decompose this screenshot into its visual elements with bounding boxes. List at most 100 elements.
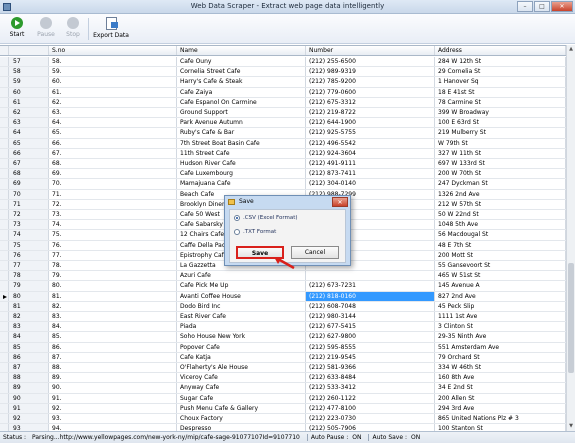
csv-format-option[interactable]: .CSV (Excel Format) — [234, 215, 298, 221]
cell-name[interactable]: Cafe Ouny — [177, 57, 306, 67]
cell-sno[interactable]: 78. — [49, 261, 177, 271]
column-header-name[interactable]: Name — [177, 46, 306, 55]
table-row[interactable]: 57 58. Cafe Ouny (212) 255-6500 284 W 12th S… — [0, 57, 566, 68]
cell-sno[interactable]: 79. — [49, 271, 177, 281]
start-button[interactable]: Start — [2, 16, 32, 42]
row-number[interactable]: 87 — [9, 363, 49, 373]
cell-sno[interactable]: 72. — [49, 199, 177, 209]
cell-address[interactable]: 45 Peck Slip — [435, 301, 566, 311]
row-number[interactable]: 70 — [9, 189, 49, 199]
cell-number[interactable]: (212) 633-8484 — [306, 373, 435, 383]
table-row[interactable]: 62 63. Ground Support (212) 219-8722 399 W B… — [0, 108, 566, 119]
cancel-button[interactable]: Cancel — [291, 246, 339, 259]
row-number[interactable]: 62 — [9, 108, 49, 118]
row-number[interactable]: 82 — [9, 312, 49, 322]
cell-sno[interactable]: 70. — [49, 179, 177, 189]
cell-sno[interactable]: 83. — [49, 312, 177, 322]
cell-sno[interactable]: 64. — [49, 118, 177, 128]
row-number[interactable]: 57 — [9, 57, 49, 67]
cell-number[interactable]: (212) 608-7048 — [306, 301, 435, 311]
cell-address[interactable]: 1111 1st Ave — [435, 312, 566, 322]
cell-name[interactable]: Popover Cafe — [177, 342, 306, 352]
cell-number[interactable]: (212) 491-9111 — [306, 159, 435, 169]
cell-number[interactable]: (212) 677-5415 — [306, 322, 435, 332]
cell-address[interactable]: 827 2nd Ave — [435, 291, 566, 301]
cell-address[interactable]: 29 Cornelia St — [435, 67, 566, 77]
cell-address[interactable]: 3 Clinton St — [435, 322, 566, 332]
cell-address[interactable]: 219 Mulberry St — [435, 128, 566, 138]
cell-address[interactable]: 294 3rd Ave — [435, 403, 566, 413]
cell-name[interactable]: Azuri Cafe — [177, 271, 306, 281]
cell-sno[interactable]: 61. — [49, 87, 177, 97]
table-row[interactable]: 91 92. Push Menu Cafe & Gallery (212) 477-8… — [0, 403, 566, 414]
cell-sno[interactable]: 85. — [49, 332, 177, 342]
cell-address[interactable]: 247 Dyckman St — [435, 179, 566, 189]
export-data-button[interactable]: Export Data — [92, 16, 130, 42]
row-number[interactable]: 60 — [9, 87, 49, 97]
row-number[interactable]: 58 — [9, 67, 49, 77]
column-header-number[interactable]: Number — [306, 46, 435, 55]
cell-sno[interactable]: 80. — [49, 281, 177, 291]
cell-name[interactable]: Piada — [177, 322, 306, 332]
cell-address[interactable]: 29-35 Ninth Ave — [435, 332, 566, 342]
row-number[interactable]: 73 — [9, 220, 49, 230]
column-header-sno[interactable]: S.no — [49, 46, 177, 55]
cell-sno[interactable]: 94. — [49, 424, 177, 431]
cell-sno[interactable]: 89. — [49, 373, 177, 383]
row-number[interactable]: 83 — [9, 322, 49, 332]
cell-number[interactable]: (212) 818-0160 — [306, 291, 435, 301]
cell-name[interactable]: Dodo Bird Inc — [177, 301, 306, 311]
row-number[interactable]: 76 — [9, 250, 49, 260]
table-row[interactable]: 65 66. 7th Street Boat Basin Cafe (212) 496… — [0, 138, 566, 149]
cell-number[interactable]: (212) 505-7906 — [306, 424, 435, 431]
table-row[interactable]: 61 62. Cafe Espanol On Carmine (212) 675-33… — [0, 97, 566, 108]
cell-number[interactable]: (212) 219-9545 — [306, 352, 435, 362]
pause-button[interactable]: Pause — [31, 16, 61, 42]
table-row[interactable]: 64 65. Ruby's Cafe & Bar (212) 925-5755 219 … — [0, 128, 566, 139]
table-row[interactable]: 80 81. Avanti Coffee House (212) 818-0160 82… — [0, 291, 566, 302]
cell-sno[interactable]: 69. — [49, 169, 177, 179]
vertical-scrollbar[interactable]: ▲ ▼ — [566, 45, 575, 431]
cell-sno[interactable]: 86. — [49, 342, 177, 352]
txt-format-option[interactable]: .TXT Format — [234, 229, 276, 235]
cell-number[interactable]: (212) 779-0600 — [306, 87, 435, 97]
cell-address[interactable]: 145 Avenue A — [435, 281, 566, 291]
table-row[interactable]: 81 82. Dodo Bird Inc (212) 608-7048 45 Peck … — [0, 301, 566, 312]
table-row[interactable]: 67 68. Hudson River Cafe (212) 491-9111 697 … — [0, 159, 566, 170]
cell-name[interactable]: Park Avenue Autumn — [177, 118, 306, 128]
cell-sno[interactable]: 76. — [49, 240, 177, 250]
cell-address[interactable]: 200 Allen St — [435, 393, 566, 403]
cell-name[interactable]: Push Menu Cafe & Gallery — [177, 403, 306, 413]
table-row[interactable]: 79 80. Cafe Pick Me Up (212) 673-7231 145 Av… — [0, 281, 566, 292]
scroll-thumb[interactable] — [568, 263, 574, 373]
cell-sno[interactable]: 68. — [49, 159, 177, 169]
cell-name[interactable]: Ruby's Cafe & Bar — [177, 128, 306, 138]
row-number[interactable]: 59 — [9, 77, 49, 87]
row-number[interactable]: 61 — [9, 97, 49, 107]
table-row[interactable]: 68 69. Cafe Luxembourg (212) 873-7411 200 W … — [0, 169, 566, 180]
cell-address[interactable]: 399 W Broadway — [435, 108, 566, 118]
cell-address[interactable]: 334 W 46th St — [435, 363, 566, 373]
cell-name[interactable]: Cafe Zaiya — [177, 87, 306, 97]
row-number[interactable]: 88 — [9, 373, 49, 383]
cell-address[interactable]: 50 W 22nd St — [435, 210, 566, 220]
cell-name[interactable]: Hudson River Cafe — [177, 159, 306, 169]
cell-address[interactable]: 100 E 63rd St — [435, 118, 566, 128]
cell-sno[interactable]: 62. — [49, 97, 177, 107]
cell-number[interactable]: (212) 581-9366 — [306, 363, 435, 373]
cell-name[interactable]: Soho House New York — [177, 332, 306, 342]
txt-radio[interactable] — [234, 229, 240, 235]
cell-name[interactable]: Cafe Luxembourg — [177, 169, 306, 179]
cell-name[interactable]: Viceroy Cafe — [177, 373, 306, 383]
cell-sno[interactable]: 91. — [49, 393, 177, 403]
cell-address[interactable]: 100 Stanton St — [435, 424, 566, 431]
cell-number[interactable]: (212) 924-3604 — [306, 148, 435, 158]
cell-address[interactable]: 697 W 133rd St — [435, 159, 566, 169]
cell-number[interactable]: (212) 989-9319 — [306, 67, 435, 77]
cell-number[interactable]: (212) 533-3412 — [306, 383, 435, 393]
cell-sno[interactable]: 71. — [49, 189, 177, 199]
cell-address[interactable]: 1 Hanover Sq — [435, 77, 566, 87]
table-row[interactable]: 83 84. Piada (212) 677-5415 3 Clinton St — [0, 322, 566, 333]
row-number[interactable]: 86 — [9, 352, 49, 362]
table-row[interactable]: 87 88. O'Flaherty's Ale House (212) 581-936… — [0, 363, 566, 374]
